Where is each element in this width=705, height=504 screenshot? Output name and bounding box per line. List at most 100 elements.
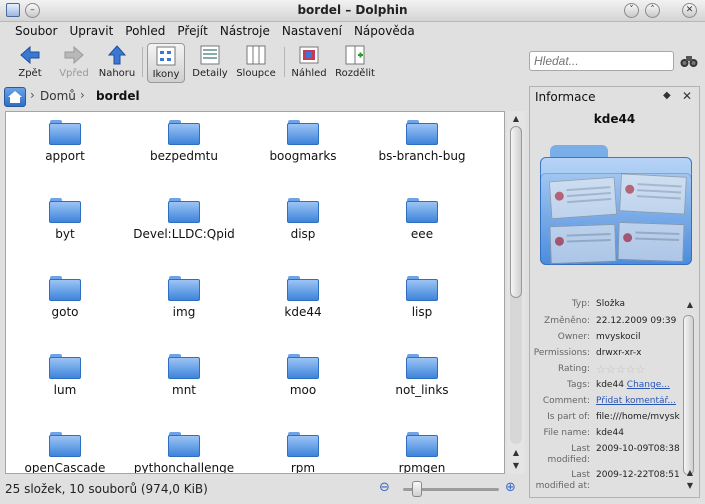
folder-item[interactable]: lum: [6, 354, 124, 397]
folder-name: apport: [45, 149, 85, 163]
folder-name: lum: [53, 383, 77, 397]
rating-stars[interactable]: ☆☆☆☆☆: [596, 364, 680, 375]
folder-icon: [406, 198, 438, 224]
split-button[interactable]: Rozdělit: [334, 43, 376, 83]
file-icon-view[interactable]: apport bezpedmtu boogmarks bs-branch-bug…: [5, 111, 505, 474]
folder-item[interactable]: not_links: [363, 354, 481, 397]
preview-button[interactable]: Náhled: [289, 43, 329, 83]
zoom-out-icon[interactable]: ⊖: [379, 480, 390, 495]
folder-item[interactable]: kde44: [244, 276, 362, 319]
breadcrumb-home[interactable]: Domů: [40, 89, 76, 103]
folder-icon: [406, 276, 438, 302]
scroll-up-arrow-icon[interactable]: ▲: [509, 113, 523, 125]
menu-soubor[interactable]: Soubor: [9, 22, 63, 41]
folder-item[interactable]: byt: [6, 198, 124, 241]
folder-icon: [49, 120, 81, 146]
folder-item[interactable]: Devel:LLDC:Qpid: [125, 198, 243, 241]
folder-icon: [49, 432, 81, 458]
file-view-scrollbar[interactable]: ▲ ▲ ▼: [507, 111, 525, 474]
maximize-button[interactable]: ˄: [645, 3, 660, 18]
selected-item-name: kde44: [593, 112, 636, 126]
add-comment-link[interactable]: Přidat komentář...: [596, 396, 676, 406]
up-button[interactable]: Nahoru: [96, 43, 138, 83]
zoom-slider-handle[interactable]: [411, 481, 422, 497]
folder-icon: [287, 198, 319, 224]
scroll-up-arrow-icon[interactable]: ▲: [509, 447, 523, 459]
scroll-down-arrow-icon[interactable]: ▼: [509, 460, 523, 472]
window-title: bordel – Dolphin: [297, 3, 408, 17]
folder-name: bs-branch-bug: [378, 149, 466, 163]
info-panel-scrollbar[interactable]: ▲ ▲ ▼: [681, 299, 697, 493]
folder-name: bezpedmtu: [150, 149, 218, 163]
folder-icon: [168, 354, 200, 380]
scroll-up-arrow-icon[interactable]: ▲: [683, 299, 697, 311]
home-icon[interactable]: [4, 87, 26, 107]
information-panel: Informace ◆ ✕ kde44 Typ: Složka Změněno: 2…: [529, 86, 700, 498]
folder-item[interactable]: bezpedmtu: [125, 120, 243, 163]
folder-icon: [287, 120, 319, 146]
folder-item[interactable]: openCascade: [6, 432, 124, 473]
folder-item[interactable]: mnt: [125, 354, 243, 397]
forward-label: Vpřed: [59, 68, 89, 79]
icons-view-button[interactable]: Ikony: [147, 43, 185, 83]
menu-prejit[interactable]: Přejít: [171, 22, 213, 41]
folder-icon: [287, 276, 319, 302]
zoom-in-icon[interactable]: ⊕: [505, 480, 516, 495]
arrow-left-icon: [20, 45, 40, 65]
split-label: Rozdělit: [335, 68, 375, 79]
dolphin-window: – bordel – Dolphin ˅ ˄ ✕ Soubor Upravit …: [0, 0, 705, 504]
folder-icon: [406, 432, 438, 458]
folder-item[interactable]: eee: [363, 198, 481, 241]
folder-icon: [49, 276, 81, 302]
minimize-button[interactable]: ˅: [624, 3, 639, 18]
details-view-label: Detaily: [192, 68, 228, 79]
folder-name: moo: [289, 383, 317, 397]
float-panel-icon[interactable]: ◆: [663, 90, 671, 101]
folder-item[interactable]: boogmarks: [244, 120, 362, 163]
folder-item[interactable]: goto: [6, 276, 124, 319]
breadcrumb-current[interactable]: bordel: [96, 89, 140, 103]
details-view-icon: [200, 45, 220, 65]
folder-item[interactable]: disp: [244, 198, 362, 241]
folder-item[interactable]: rpm: [244, 432, 362, 473]
folder-preview-icon: [540, 145, 692, 265]
close-panel-icon[interactable]: ✕: [682, 89, 692, 103]
details-view-button[interactable]: Detaily: [190, 43, 230, 83]
menu-nastaveni[interactable]: Nastavení: [276, 22, 348, 41]
scroll-up-arrow-icon[interactable]: ▲: [683, 467, 697, 479]
up-label: Nahoru: [98, 68, 136, 79]
forward-button[interactable]: Vpřed: [52, 43, 96, 83]
close-button[interactable]: ✕: [682, 3, 697, 18]
folder-name: Devel:LLDC:Qpid: [133, 227, 235, 241]
menu-nastroje[interactable]: Nástroje: [214, 22, 276, 41]
arrow-right-icon: [64, 45, 84, 65]
folder-name: disp: [290, 227, 316, 241]
menu-upravit[interactable]: Upravit: [63, 22, 119, 41]
columns-view-button[interactable]: Sloupce: [234, 43, 278, 83]
folder-item[interactable]: bs-branch-bug: [363, 120, 481, 163]
folder-name: byt: [55, 227, 75, 241]
scroll-down-arrow-icon[interactable]: ▼: [683, 480, 697, 492]
search-input[interactable]: [529, 51, 674, 71]
house-icon: [8, 91, 22, 103]
split-icon: [345, 45, 365, 65]
change-tags-link[interactable]: Change...: [627, 380, 670, 390]
folder-item[interactable]: moo: [244, 354, 362, 397]
back-button[interactable]: Zpět: [8, 43, 52, 83]
menu-napoveda[interactable]: Nápověda: [348, 22, 421, 41]
folder-item[interactable]: rpmgen: [363, 432, 481, 473]
folder-item[interactable]: lisp: [363, 276, 481, 319]
scroll-thumb[interactable]: [510, 126, 522, 298]
scroll-thumb[interactable]: [683, 315, 694, 475]
folder-item[interactable]: pythonchallenge: [125, 432, 243, 473]
status-text: 25 složek, 10 souborů (974,0 KiB): [5, 482, 208, 496]
folder-name: boogmarks: [269, 149, 337, 163]
folder-item[interactable]: apport: [6, 120, 124, 163]
folder-icon: [168, 198, 200, 224]
binoculars-icon[interactable]: [680, 54, 698, 68]
folder-icon: [406, 354, 438, 380]
folder-item[interactable]: img: [125, 276, 243, 319]
folder-icon: [49, 198, 81, 224]
breadcrumb: › Domů › bordel: [4, 86, 524, 108]
menu-pohled[interactable]: Pohled: [119, 22, 171, 41]
